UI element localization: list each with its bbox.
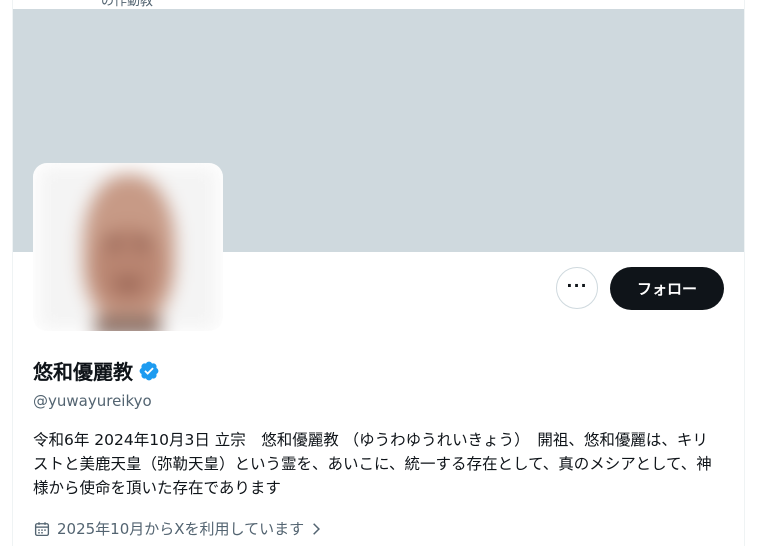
- more-icon: ···: [566, 276, 588, 295]
- previous-content-strip: の作動教: [13, 0, 744, 9]
- avatar-photo-blurred: [39, 167, 217, 331]
- more-options-button[interactable]: ···: [556, 267, 598, 309]
- chevron-right-icon: [313, 522, 321, 535]
- profile-frame: の作動教 ··· フォロー 悠和優麗教 @yuwayureikyo 令和6年 2…: [12, 0, 745, 546]
- joined-date-text: 2025年10月からXを利用しています: [57, 520, 305, 538]
- user-handle: @yuwayureikyo: [33, 392, 152, 410]
- display-name: 悠和優麗教: [33, 360, 133, 384]
- follow-button[interactable]: フォロー: [610, 267, 724, 310]
- partial-text: の作動教: [101, 0, 154, 9]
- calendar-icon: [34, 521, 50, 536]
- avatar[interactable]: [33, 163, 223, 331]
- verified-badge-icon[interactable]: [138, 360, 160, 382]
- joined-date-row[interactable]: 2025年10月からXを利用しています: [33, 518, 323, 539]
- profile-bio: 令和6年 2024年10月3日 立宗 悠和優麗教 （ゆうわゆうれいきょう） 開祖…: [33, 431, 712, 497]
- name-row: 悠和優麗教: [33, 356, 160, 385]
